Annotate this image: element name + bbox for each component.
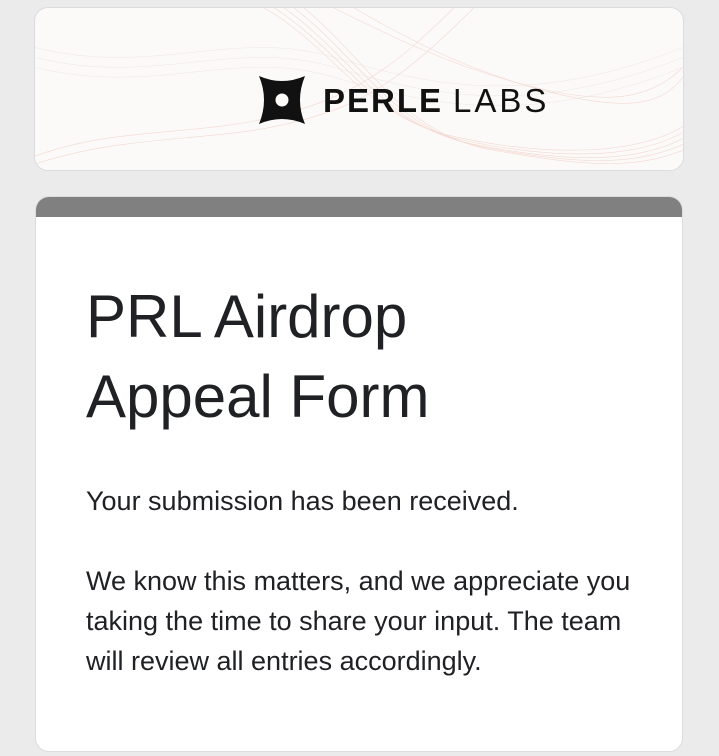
form-card: PRL Airdrop Appeal Form Your submission … — [35, 196, 683, 752]
header-banner: PERLE LABS — [34, 7, 684, 171]
confirmation-message: We know this matters, and we appreciate … — [86, 566, 631, 676]
perle-labs-logo-icon — [259, 76, 305, 124]
card-body: PRL Airdrop Appeal Form Your submission … — [36, 217, 682, 681]
form-response-page: PERLE LABS PRL Airdrop Appeal Form Your … — [0, 0, 719, 756]
logo-word-perle: PERLE — [323, 81, 444, 119]
confirmation-text: Your submission has been received. — [86, 486, 519, 516]
perle-labs-logo: PERLE LABS — [259, 74, 549, 126]
logo-word-labs: LABS — [453, 81, 550, 119]
form-title: PRL Airdrop Appeal Form — [86, 283, 430, 430]
card-accent-bar — [36, 197, 682, 217]
